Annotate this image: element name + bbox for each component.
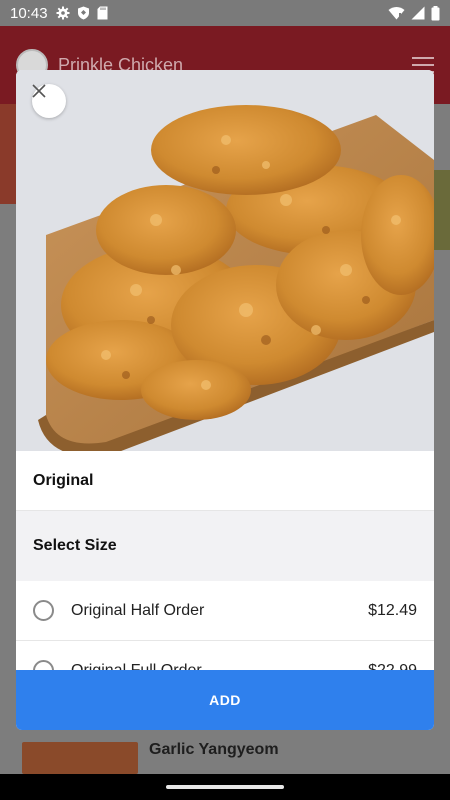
gear-icon <box>56 6 70 20</box>
radio-button[interactable] <box>33 600 54 621</box>
navigation-bar <box>0 774 450 800</box>
size-options-list[interactable]: Original Half Order $12.49 Original Full… <box>16 581 434 670</box>
close-button[interactable] <box>32 84 66 118</box>
status-bar: 10:43 <box>0 0 450 26</box>
status-left-icons <box>56 6 108 20</box>
option-half-order[interactable]: Original Half Order $12.49 <box>16 581 434 641</box>
radio-button[interactable] <box>33 660 54 670</box>
size-section-header: Select Size <box>16 511 434 581</box>
background-item-title: Garlic Yangyeom <box>149 741 279 758</box>
sd-card-icon <box>97 6 108 20</box>
background-item-thumbnail <box>22 742 138 774</box>
shield-icon <box>77 6 89 20</box>
status-right-icons <box>388 5 440 21</box>
option-label: Original Full Order <box>71 661 202 671</box>
status-time: 10:43 <box>10 4 48 22</box>
section-title: Select Size <box>33 537 117 554</box>
option-price: $22.99 <box>368 661 417 671</box>
close-icon <box>32 84 46 98</box>
background-image-right <box>434 170 450 250</box>
item-photo <box>16 70 434 451</box>
wifi-icon <box>388 7 405 20</box>
option-price: $12.49 <box>368 601 417 619</box>
battery-icon <box>431 5 440 20</box>
home-indicator[interactable] <box>166 785 284 789</box>
add-button[interactable]: ADD <box>16 670 434 730</box>
option-full-order[interactable]: Original Full Order $22.99 <box>16 641 434 670</box>
item-name-row: Original <box>16 451 434 511</box>
background-image-left <box>0 104 16 204</box>
item-modal: Original Select Size Original Half Order… <box>16 70 434 730</box>
option-label: Original Half Order <box>71 601 205 619</box>
fried-chicken-illustration <box>16 70 434 451</box>
item-name: Original <box>33 471 94 489</box>
signal-icon <box>411 6 425 20</box>
